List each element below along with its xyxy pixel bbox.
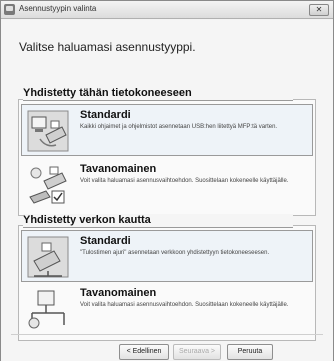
close-button[interactable]: ✕: [309, 4, 329, 16]
title-bar: Asennustyypin valinta ✕: [1, 1, 333, 19]
footer-divider: [11, 334, 323, 335]
installer-window: Asennustyypin valinta ✕ Valitse haluamas…: [0, 0, 334, 361]
cancel-button[interactable]: Peruuta: [227, 344, 273, 360]
network-custom-icon: [28, 290, 65, 329]
option-description: Voit valita haluamasi asennusvaihtoehdon…: [80, 178, 289, 184]
option-local-standard[interactable]: Standardi Kaikki ohjaimet ja ohjelmistot…: [21, 104, 313, 156]
dialog-content: Valitse haluamasi asennustyyppi. Yhdiste…: [1, 20, 333, 361]
network-group-header: Yhdistetty verkon kautta: [23, 214, 293, 228]
option-description: Kaikki ohjaimet ja ohjelmistot asennetaa…: [80, 124, 278, 130]
option-local-custom[interactable]: Tavanomainen Voit valita haluamasi asenn…: [21, 158, 313, 210]
option-description: "Tulostimen ajuri" asennetaan verkkoon y…: [80, 250, 270, 256]
next-button[interactable]: Seuraava >: [173, 344, 221, 360]
option-title: Tavanomainen: [80, 287, 157, 299]
option-network-custom[interactable]: Tavanomainen Voit valita haluamasi asenn…: [21, 282, 313, 334]
network-printer-icon: [27, 236, 69, 278]
page-heading: Valitse haluamasi asennustyyppi.: [19, 40, 196, 54]
printer-computer-icon: [27, 110, 69, 152]
option-title: Standardi: [80, 109, 131, 121]
option-title: Standardi: [80, 235, 131, 247]
option-description: Voit valita haluamasi asennusvaihtoehdon…: [80, 302, 289, 308]
app-icon: [4, 4, 15, 15]
option-network-standard[interactable]: Standardi "Tulostimen ajuri" asennetaan …: [21, 230, 313, 282]
local-group-header: Yhdistetty tähän tietokoneeseen: [23, 87, 293, 101]
back-button[interactable]: < Edellinen: [119, 344, 169, 360]
printer-custom-icon: [29, 166, 67, 204]
option-title: Tavanomainen: [80, 163, 157, 175]
window-title: Asennustyypin valinta: [19, 4, 97, 13]
